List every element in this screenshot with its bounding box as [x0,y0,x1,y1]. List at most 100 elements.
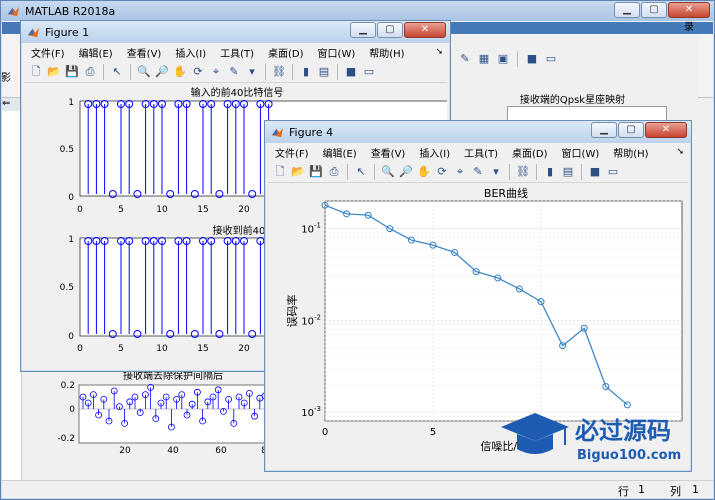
maximize-icon[interactable]: ▢ [618,122,644,138]
figure4-title: Figure 4 [289,125,334,139]
bottom-xtick: 15 [197,344,208,354]
bottom-ytick: 0 [68,332,74,342]
menu-help[interactable]: 帮助(H) [606,145,655,160]
login-link[interactable]: 录 [684,18,698,36]
open-file-icon[interactable]: 📂 [290,164,306,180]
menu-window[interactable]: 窗口(W) [555,145,607,160]
legend-icon[interactable]: ▤ [316,64,332,80]
rotate-icon[interactable]: ⟳ [190,64,206,80]
ber-plot-axes [324,200,683,422]
menu-insert[interactable]: 插入(I) [168,45,213,60]
left-panel [2,111,22,481]
maximize-icon[interactable]: ▢ [377,22,403,38]
top-xtick: 5 [118,205,124,215]
matlab-title-bar[interactable]: MATLAB R2018a [1,1,714,21]
new-figure-icon[interactable]: 🗋 [28,64,44,80]
menu-window[interactable]: 窗口(W) [311,45,363,60]
menu-file[interactable]: 文件(F) [24,45,72,60]
menu-view[interactable]: 查看(V) [120,45,169,60]
minimize-icon[interactable]: ▁ [591,122,617,138]
hide-tools-icon[interactable]: ■ [343,64,359,80]
close-icon[interactable]: ✕ [645,122,687,138]
zoom-in-icon[interactable]: 🔍 [136,64,152,80]
save-icon[interactable]: 💾 [64,64,80,80]
bg-ytick: 0.2 [61,381,75,391]
matlab-window-controls: ▁ ▢ ✕ [614,2,710,18]
watermark-url: Biguo100.com [577,448,681,463]
data-cursor-icon[interactable]: ⌖ [208,64,224,80]
menu-file[interactable]: 文件(F) [268,145,316,160]
graduation-cap-icon: 必过源码 Biguo100.com [501,413,681,463]
ber-ytick: 10-1 [301,222,321,236]
menu-insert[interactable]: 插入(I) [412,145,457,160]
menu-tools[interactable]: 工具(T) [457,145,505,160]
brush-icon[interactable]: ✎ [226,64,242,80]
rotate-icon[interactable]: ⟳ [434,164,450,180]
bottom-ytick: 1 [68,235,74,245]
menu-tools[interactable]: 工具(T) [213,45,261,60]
bottom-xtick: 0 [77,344,83,354]
legend-icon[interactable]: ▤ [560,164,576,180]
zoom-out-icon[interactable]: 🔎 [398,164,414,180]
matlab-logo-icon [271,127,284,137]
maximize-icon[interactable]: ▢ [641,2,667,18]
bg-ytick: 0 [69,405,75,415]
menu-desktop[interactable]: 桌面(D) [505,145,555,160]
minimize-icon[interactable]: ▁ [350,22,376,38]
pan-icon[interactable]: ✋ [416,164,432,180]
background-figure-toolbar: ✎ ▦ ▣ ■ ▭ [460,51,557,67]
back-arrow-icon[interactable]: ⇐ [2,98,22,112]
print-icon[interactable]: ⎙ [326,164,342,180]
background-stem-plot: 接收端去除保护间隔后 0.2 0 -0.2 20 40 60 8 [57,371,267,456]
dock-arrow-icon[interactable]: ➘ [435,47,443,57]
minimize-icon[interactable]: ▁ [614,2,640,18]
close-icon[interactable]: ✕ [668,2,710,18]
brush-dropdown-icon[interactable]: ▾ [488,164,504,180]
zoom-in-icon[interactable]: 🔍 [380,164,396,180]
status-row-value: 1 [638,483,645,496]
ber-ytick-exponent: -1 [314,222,321,230]
print-icon[interactable]: ⎙ [82,64,98,80]
figure1-window-controls: ▁ ▢ ✕ [350,22,446,38]
figure1-menubar: 文件(F) 编辑(E) 查看(V) 插入(I) 工具(T) 桌面(D) 窗口(W… [24,43,447,61]
constellation-plot-title: 接收端的Qpsk星座映射 [519,95,626,106]
menu-desktop[interactable]: 桌面(D) [261,45,311,60]
background-lower-figure: 接收端去除保护间隔后 0.2 0 -0.2 20 40 60 8 [23,371,267,481]
menu-view[interactable]: 查看(V) [364,145,413,160]
menu-edit[interactable]: 编辑(E) [72,45,120,60]
ber-ytick: 10-3 [301,405,321,419]
pointer-icon[interactable]: ↖ [353,164,369,180]
bg-xtick: 60 [215,446,227,456]
top-xtick: 15 [197,205,208,215]
figure4-toolbar: 🗋 📂 💾 ⎙ ↖ 🔍 🔎 ✋ ⟳ ⌖ ✎ ▾ ⛓ ▮ ▤ ■ ▭ [268,161,688,183]
bg-xtick: 40 [167,446,179,456]
pan-icon[interactable]: ✋ [172,64,188,80]
colorbar-icon[interactable]: ▮ [542,164,558,180]
hide-tools-icon[interactable]: ■ [587,164,603,180]
zoom-out-icon[interactable]: 🔎 [154,64,170,80]
status-col-value: 1 [692,483,699,496]
data-cursor-icon[interactable]: ⌖ [452,164,468,180]
save-icon[interactable]: 💾 [308,164,324,180]
y-axis-label: 误码率 [285,295,299,328]
menu-help[interactable]: 帮助(H) [362,45,411,60]
ber-xtick: 5 [430,427,436,438]
show-tools-icon[interactable]: ▭ [605,164,621,180]
top-ytick: 0 [68,193,74,203]
top-xtick: 0 [77,205,83,215]
open-file-icon[interactable]: 📂 [46,64,62,80]
close-icon[interactable]: ✕ [404,22,446,38]
menu-edit[interactable]: 编辑(E) [316,145,364,160]
new-figure-icon[interactable]: 🗋 [272,164,288,180]
link-plot-icon[interactable]: ⛓ [271,64,287,80]
brush-dropdown-icon[interactable]: ▾ [244,64,260,80]
link-plot-icon[interactable]: ⛓ [515,164,531,180]
dock-arrow-icon[interactable]: ➘ [676,147,684,157]
figure4-menubar: 文件(F) 编辑(E) 查看(V) 插入(I) 工具(T) 桌面(D) 窗口(W… [268,143,688,161]
matlab-window-title: MATLAB R2018a [25,4,116,18]
top-xtick: 20 [238,205,250,215]
brush-icon[interactable]: ✎ [470,164,486,180]
pointer-icon[interactable]: ↖ [109,64,125,80]
show-tools-icon[interactable]: ▭ [361,64,377,80]
colorbar-icon[interactable]: ▮ [298,64,314,80]
